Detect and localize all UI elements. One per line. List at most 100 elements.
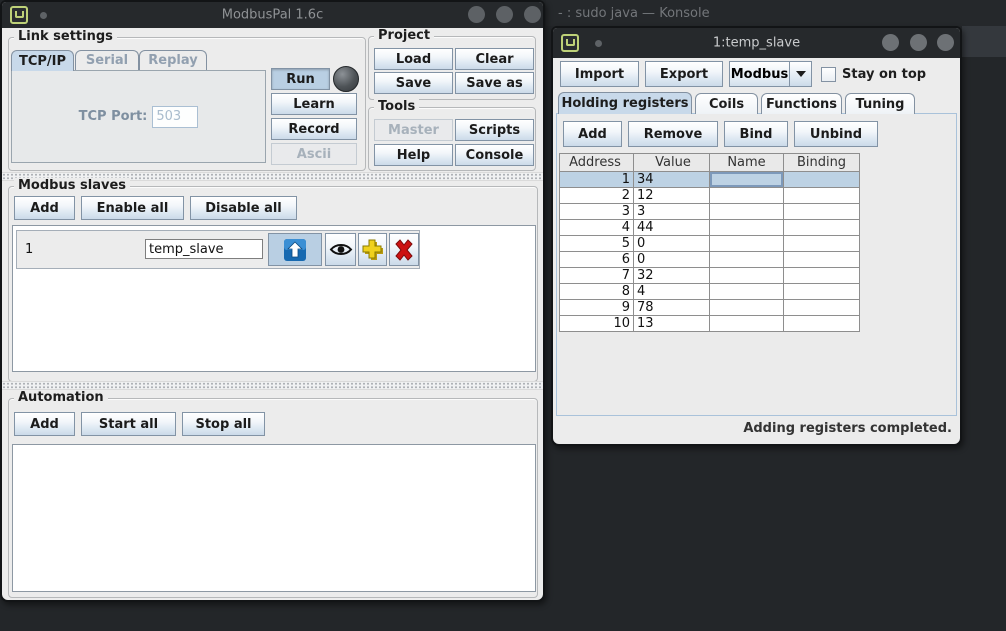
stop-all-button[interactable]: Stop all	[182, 412, 265, 436]
column-header-address[interactable]: Address	[560, 154, 634, 172]
register-value-cell[interactable]: 78	[634, 300, 710, 316]
start-all-button[interactable]: Start all	[81, 412, 176, 436]
background-window-titlebar[interactable]: - : sudo java — Konsole	[546, 0, 1006, 26]
table-row[interactable]: 60	[560, 252, 860, 268]
view-slave-button[interactable]	[325, 233, 356, 266]
table-row[interactable]: 212	[560, 188, 860, 204]
clear-button[interactable]: Clear	[455, 48, 534, 70]
register-binding-cell[interactable]	[784, 204, 860, 220]
register-name-cell[interactable]	[710, 268, 784, 284]
table-row[interactable]: 732	[560, 268, 860, 284]
register-name-cell[interactable]	[710, 316, 784, 332]
register-value-cell[interactable]: 44	[634, 220, 710, 236]
close-button[interactable]	[524, 6, 541, 23]
register-name-cell[interactable]	[710, 188, 784, 204]
column-header-binding[interactable]: Binding	[784, 154, 860, 172]
register-binding-cell[interactable]	[784, 236, 860, 252]
disable-all-button[interactable]: Disable all	[190, 196, 297, 220]
tcp-port-input[interactable]	[152, 106, 198, 128]
register-name-cell[interactable]	[710, 300, 784, 316]
load-button[interactable]: Load	[374, 48, 453, 70]
register-value-cell[interactable]: 32	[634, 268, 710, 284]
slave-name-input[interactable]	[145, 239, 263, 259]
save-as-button[interactable]: Save as	[455, 72, 534, 94]
register-value-cell[interactable]: 0	[634, 252, 710, 268]
register-binding-cell[interactable]	[784, 188, 860, 204]
add-automation-button[interactable]: Add	[14, 412, 75, 436]
automation-list[interactable]	[12, 444, 536, 592]
close-button[interactable]	[937, 34, 954, 51]
duplicate-slave-button[interactable]	[358, 233, 387, 266]
register-address-cell[interactable]: 9	[560, 300, 634, 316]
tab-serial[interactable]: Serial	[75, 50, 139, 70]
column-header-name[interactable]: Name	[710, 154, 784, 172]
register-value-cell[interactable]: 3	[634, 204, 710, 220]
record-button[interactable]: Record	[271, 118, 357, 140]
maximize-button[interactable]	[910, 34, 927, 51]
register-binding-cell[interactable]	[784, 268, 860, 284]
register-address-cell[interactable]: 8	[560, 284, 634, 300]
delete-slave-button[interactable]	[389, 233, 419, 266]
tab-tcpip[interactable]: TCP/IP	[11, 50, 74, 71]
console-button[interactable]: Console	[455, 144, 534, 166]
register-value-cell[interactable]: 0	[634, 236, 710, 252]
splitter-divider-2[interactable]	[2, 381, 543, 390]
minimize-button[interactable]	[468, 6, 485, 23]
register-address-cell[interactable]: 1	[560, 172, 634, 188]
save-button[interactable]: Save	[374, 72, 453, 94]
register-address-cell[interactable]: 4	[560, 220, 634, 236]
register-binding-cell[interactable]	[784, 300, 860, 316]
register-value-cell[interactable]: 4	[634, 284, 710, 300]
stay-on-top-checkbox[interactable]	[821, 67, 836, 82]
register-name-cell[interactable]	[710, 204, 784, 220]
register-address-cell[interactable]: 3	[560, 204, 634, 220]
tab-coils[interactable]: Coils	[695, 93, 758, 114]
table-row[interactable]: 978	[560, 300, 860, 316]
combobox-arrow-button[interactable]	[789, 61, 812, 87]
register-address-cell[interactable]: 2	[560, 188, 634, 204]
bind-button[interactable]: Bind	[724, 121, 788, 147]
table-row[interactable]: 444	[560, 220, 860, 236]
learn-button[interactable]: Learn	[271, 93, 357, 115]
table-row[interactable]: 1013	[560, 316, 860, 332]
table-row[interactable]: 84	[560, 284, 860, 300]
register-address-cell[interactable]: 5	[560, 236, 634, 252]
register-binding-cell[interactable]	[784, 316, 860, 332]
maximize-button[interactable]	[496, 6, 513, 23]
add-slave-button[interactable]: Add	[14, 196, 75, 220]
implementation-combobox[interactable]: Modbus	[729, 61, 790, 87]
tab-tuning[interactable]: Tuning	[845, 93, 915, 114]
registers-table[interactable]: AddressValueNameBinding13421233444506073…	[559, 153, 860, 332]
table-row[interactable]: 134	[560, 172, 860, 188]
enable-all-button[interactable]: Enable all	[81, 196, 184, 220]
slave-row[interactable]: 1	[16, 230, 420, 269]
column-header-value[interactable]: Value	[634, 154, 710, 172]
table-row[interactable]: 33	[560, 204, 860, 220]
modbuspal-titlebar[interactable]: ModbusPal 1.6c	[2, 2, 543, 28]
slaves-list[interactable]: 1	[12, 225, 536, 372]
register-name-cell[interactable]	[710, 284, 784, 300]
scripts-button[interactable]: Scripts	[455, 119, 534, 141]
add-register-button[interactable]: Add	[563, 121, 622, 147]
register-name-cell[interactable]	[710, 236, 784, 252]
tab-replay[interactable]: Replay	[139, 50, 207, 70]
register-name-cell[interactable]	[710, 252, 784, 268]
table-row[interactable]: 50	[560, 236, 860, 252]
register-address-cell[interactable]: 10	[560, 316, 634, 332]
register-value-cell[interactable]: 34	[634, 172, 710, 188]
register-value-cell[interactable]: 13	[634, 316, 710, 332]
register-address-cell[interactable]: 7	[560, 268, 634, 284]
register-binding-cell[interactable]	[784, 172, 860, 188]
register-value-cell[interactable]: 12	[634, 188, 710, 204]
slave-titlebar[interactable]: 1:temp_slave	[553, 28, 960, 58]
slave-enabled-toggle[interactable]	[268, 233, 322, 266]
minimize-button[interactable]	[882, 34, 899, 51]
run-toggle-button[interactable]: Run	[271, 68, 330, 90]
register-name-cell[interactable]	[710, 172, 784, 188]
register-binding-cell[interactable]	[784, 252, 860, 268]
help-button[interactable]: Help	[374, 144, 453, 166]
register-address-cell[interactable]: 6	[560, 252, 634, 268]
register-binding-cell[interactable]	[784, 220, 860, 236]
unbind-button[interactable]: Unbind	[794, 121, 878, 147]
remove-register-button[interactable]: Remove	[628, 121, 718, 147]
